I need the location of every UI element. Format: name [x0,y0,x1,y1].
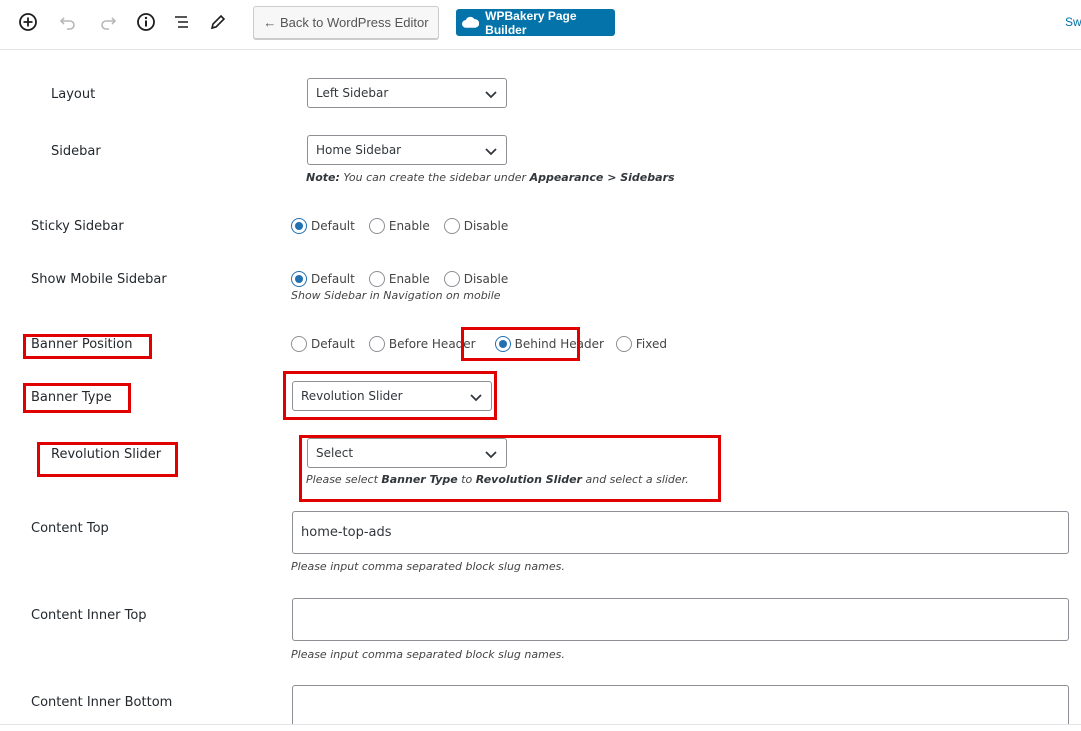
back-to-wordpress-editor-button[interactable]: ← Back to WordPress Editor [253,6,439,39]
edit-icon[interactable] [207,11,229,33]
sidebar-label: Sidebar [51,144,101,159]
radio[interactable] [368,336,385,352]
banner-position-option-fixed[interactable]: Fixed [615,336,668,352]
hint-text: Please select [306,473,382,486]
wpbakery-button-label: WPBakery Page Builder [485,8,577,37]
layout-select[interactable]: Left Sidebar [307,78,507,108]
radio-checked[interactable] [291,218,307,234]
radio[interactable] [368,218,385,234]
info-icon[interactable] [135,11,157,33]
banner-type-select-value: Revolution Slider [301,389,403,403]
content-inner-top-input[interactable] [292,598,1069,641]
content-inner-bottom-input[interactable] [292,685,1069,725]
radio[interactable] [291,336,307,352]
banner-type-select[interactable]: Revolution Slider [292,381,492,411]
radio[interactable] [615,336,632,352]
option-label: Default [311,337,355,351]
option-label: Default [311,272,355,286]
sidebar-note: Note: You can create the sidebar under A… [306,171,675,184]
hint-bold: Banner Type [381,473,458,486]
wpbakery-logo-icon [462,16,480,28]
sidebar-select[interactable]: Home Sidebar [307,135,507,165]
content-top-hint: Please input comma separated block slug … [291,560,565,573]
wpbakery-page-builder-button[interactable]: WPBakery Page Builder [456,8,615,37]
mobile-sidebar-option-disable[interactable]: Disable [443,271,509,287]
chevron-down-icon [470,394,482,402]
banner-type-label: Banner Type [31,390,112,405]
option-label: Disable [463,272,509,286]
option-label: Disable [463,219,509,233]
content-inner-top-label: Content Inner Top [31,608,147,623]
note-path: Appearance > Sidebars [529,171,675,184]
mobile-sidebar-hint: Show Sidebar in Navigation on mobile [291,289,501,302]
option-label: Fixed [635,337,668,351]
hint-bold: Revolution Slider [475,473,582,486]
hint-text: and select a slider. [581,473,689,486]
banner-position-option-before-header[interactable]: Before Header [368,336,476,352]
mobile-sidebar-option-default[interactable]: Default [291,271,355,287]
undo-icon[interactable] [57,11,79,33]
redo-icon[interactable] [97,11,119,33]
sticky-sidebar-option-enable[interactable]: Enable [368,218,430,234]
radio-checked[interactable] [291,271,307,287]
radio[interactable] [443,218,460,234]
banner-position-radio-group: Default Before Header Behind Header Fixe… [291,336,667,352]
switch-link[interactable]: Sw [1065,15,1081,29]
hint-text: to [457,473,476,486]
sticky-sidebar-label: Sticky Sidebar [31,219,124,234]
option-label: Enable [388,272,430,286]
option-label: Enable [388,219,430,233]
layout-label: Layout [51,87,96,102]
banner-position-label: Banner Position [31,337,133,352]
radio-checked[interactable] [494,336,511,352]
revolution-slider-select-value: Select [316,446,354,460]
mobile-sidebar-radio-group: Default Enable Disable [291,271,508,287]
sticky-sidebar-option-default[interactable]: Default [291,218,355,234]
content-inner-top-hint: Please input comma separated block slug … [291,648,565,661]
revolution-slider-hint: Please select Banner Type to Revolution … [306,473,689,486]
content-top-value: home-top-ads [301,525,392,540]
add-block-icon[interactable] [17,11,39,33]
mobile-sidebar-option-enable[interactable]: Enable [368,271,430,287]
sticky-sidebar-option-disable[interactable]: Disable [443,218,509,234]
content-top-label: Content Top [31,521,109,536]
content-top-input[interactable]: home-top-ads [292,511,1069,554]
option-label: Default [311,219,355,233]
radio[interactable] [443,271,460,287]
sticky-sidebar-radio-group: Default Enable Disable [291,218,508,234]
chevron-down-icon [485,148,497,156]
banner-position-option-behind-header[interactable]: Behind Header [494,336,604,352]
outline-icon[interactable] [171,11,193,33]
revolution-slider-select[interactable]: Select [307,438,507,468]
chevron-down-icon [485,91,497,99]
layout-select-value: Left Sidebar [316,86,389,100]
note-prefix: Note: [306,171,340,184]
content-inner-bottom-label: Content Inner Bottom [31,695,173,710]
option-label: Before Header [388,337,476,351]
editor-toolbar: ← Back to WordPress Editor WPBakery Page… [0,0,1081,50]
sidebar-select-value: Home Sidebar [316,143,402,157]
option-label: Behind Header [514,337,604,351]
radio[interactable] [368,271,385,287]
banner-position-option-default[interactable]: Default [291,336,355,352]
revolution-slider-label: Revolution Slider [51,447,162,462]
note-text: You can create the sidebar under [339,171,530,184]
chevron-down-icon [485,451,497,459]
mobile-sidebar-label: Show Mobile Sidebar [31,272,167,287]
bottom-divider [0,724,1081,725]
